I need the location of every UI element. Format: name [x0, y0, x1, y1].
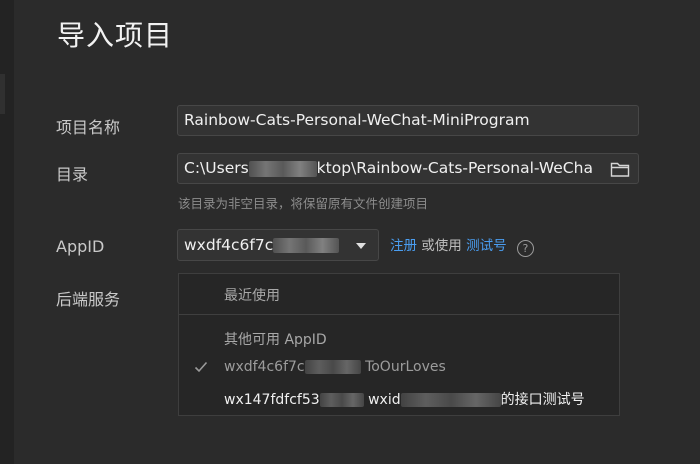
dropdown-item-suffix: 的接口测试号 [500, 392, 585, 408]
test-account-link[interactable]: 测试号 [466, 238, 507, 254]
dropdown-divider [179, 314, 619, 315]
dropdown-item[interactable]: wxdf4c6f7c ToOurLoves [224, 359, 446, 375]
redacted-block [248, 160, 317, 177]
project-name-label: 项目名称 [56, 118, 121, 137]
redacted-block [273, 238, 340, 253]
backend-label: 后端服务 [56, 290, 121, 309]
left-rail [0, 0, 14, 464]
dropdown-item-prefix: wx147fdfcf53 [224, 392, 320, 408]
directory-value-suffix: ktop\Rainbow-Cats-Personal-WeCha [316, 159, 593, 177]
chevron-down-icon[interactable] [356, 243, 366, 249]
directory-input[interactable]: C:\Users ktop\Rainbow-Cats-Personal-WeCha [177, 153, 639, 184]
other-appid-header: 其他可用 AppID [224, 332, 327, 348]
folder-icon[interactable] [610, 160, 630, 178]
redacted-block [319, 393, 364, 407]
recent-header: 最近使用 [224, 288, 280, 304]
appid-select[interactable]: wxdf4c6f7c [177, 229, 379, 261]
rail-tab [0, 74, 5, 114]
help-icon[interactable]: ? [516, 240, 534, 257]
directory-label: 目录 [56, 165, 89, 184]
appid-value: wxdf4c6f7c [184, 236, 274, 254]
dropdown-item-prefix: wxdf4c6f7c [224, 359, 305, 375]
appid-label: AppID [56, 237, 105, 256]
directory-value-prefix: C:\Users [184, 159, 249, 177]
appid-dropdown: 最近使用 其他可用 AppID wxdf4c6f7c ToOurLoves wx… [178, 273, 620, 416]
appid-links: 注册 或使用 测试号 ? [390, 234, 534, 257]
page-title: 导入项目 [57, 19, 174, 52]
check-icon [194, 361, 208, 373]
register-link[interactable]: 注册 [390, 238, 417, 254]
dropdown-item-middle: wxid [368, 392, 401, 408]
or-use-text: 或使用 [421, 238, 462, 254]
redacted-block [400, 393, 501, 407]
dropdown-item[interactable]: wx147fdfcf53 wxid 的接口测试号 [224, 389, 585, 409]
project-name-input[interactable]: Rainbow-Cats-Personal-WeChat-MiniProgram [177, 105, 639, 136]
redacted-block [304, 360, 361, 374]
dropdown-item-suffix: ToOurLoves [365, 359, 446, 375]
directory-hint: 该目录为非空目录，将保留原有文件创建项目 [178, 196, 429, 211]
